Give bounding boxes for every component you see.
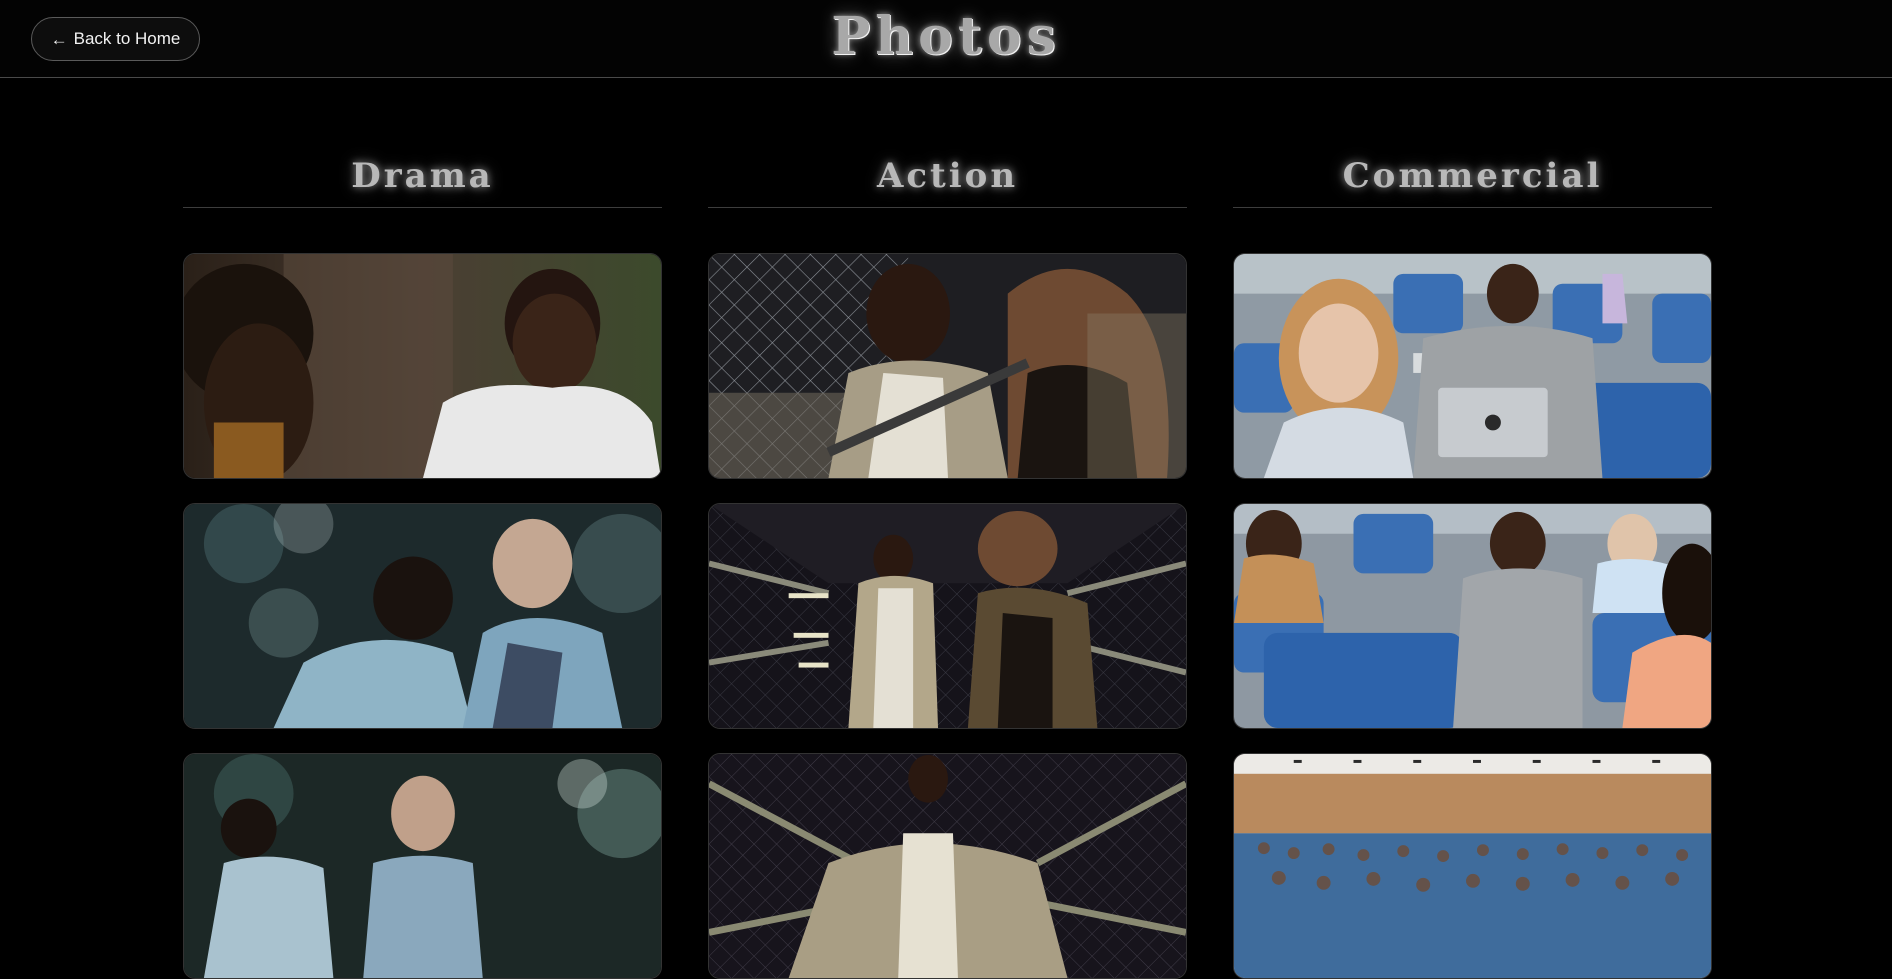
column-title-commercial: Commercial [1233,150,1712,208]
commercial-column: Commercial [1233,150,1712,979]
top-bar: ← Back to Home Photos [0,0,1892,78]
column-title-action: Action [708,150,1187,208]
action-photo-2[interactable] [708,503,1187,729]
commercial-photo-2[interactable] [1233,503,1712,729]
drama-photo-list [183,253,662,979]
drama-column: Drama [183,150,662,979]
column-title-drama: Drama [183,150,662,208]
commercial-photo-list [1233,253,1712,979]
page-title: Photos [831,6,1061,67]
action-photo-list [708,253,1187,979]
action-photo-3[interactable] [708,753,1187,979]
photo-columns: Drama Action Commercial [183,150,1713,979]
drama-photo-2[interactable] [183,503,662,729]
action-photo-1[interactable] [708,253,1187,479]
commercial-photo-1[interactable] [1233,253,1712,479]
commercial-photo-3[interactable] [1233,753,1712,979]
action-column: Action [708,150,1187,979]
drama-photo-3[interactable] [183,753,662,979]
drama-photo-1[interactable] [183,253,662,479]
